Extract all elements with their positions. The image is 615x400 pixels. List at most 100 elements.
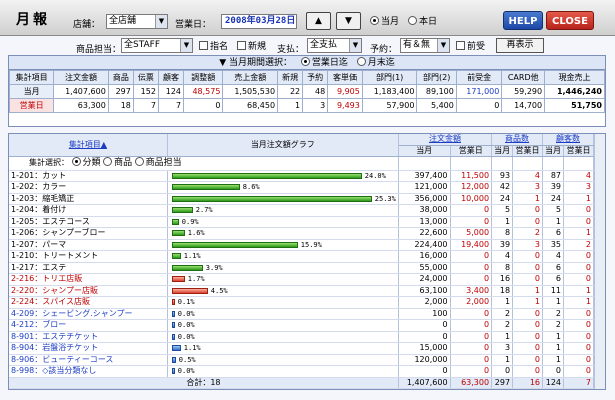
- next-day-button[interactable]: ▼: [336, 12, 361, 30]
- sort-amount-link[interactable]: 注文金額: [429, 134, 461, 143]
- summary-cell: 14,700: [501, 98, 546, 113]
- table-row[interactable]: 8-901：エステチケット 0.0% 0 0 1 0 1 0: [9, 331, 594, 343]
- cell-cm: 1: [542, 216, 565, 228]
- cell-pm: 1: [491, 216, 514, 228]
- radio-bizday[interactable]: 営業日迄: [300, 57, 348, 69]
- cell-cm: 5: [542, 204, 565, 217]
- table-row[interactable]: 1-205：エステコース 0.9% 13,000 0 1 0 1 0: [9, 216, 594, 228]
- table-row[interactable]: 2-216：トリエ店販 1.7% 24,000 0 16 0 6 0: [9, 273, 594, 286]
- cell-m: 16,000: [398, 250, 451, 263]
- radio-day[interactable]: 本日: [408, 16, 437, 28]
- bar-pct-label: 0.0%: [177, 309, 195, 318]
- cell-pd: 1: [512, 296, 544, 309]
- table-row[interactable]: 1-210：トリートメント 1.1% 16,000 0 4 0 4 0: [9, 250, 594, 263]
- cell-m: 13,000: [398, 216, 451, 228]
- radio-product[interactable]: 商品: [103, 157, 132, 168]
- table-row[interactable]: 1-217：エステ 3.9% 55,000 0 8 0 6 0: [9, 262, 594, 274]
- row-name: 1-207：パーマ: [9, 239, 168, 251]
- summary-cell: 51,750: [544, 98, 605, 113]
- cell-d: 2,000: [450, 296, 493, 309]
- row-name: 8-906：ビューティーコース: [9, 354, 168, 366]
- cell-m: 356,000: [398, 193, 451, 205]
- bar-mark: [171, 299, 175, 305]
- cell-pm: 1: [491, 296, 514, 309]
- cell-d: 0: [450, 342, 493, 355]
- cell-pd: 0: [512, 319, 544, 332]
- store-label: 店舗：: [73, 20, 101, 30]
- table-row[interactable]: 8-998：◇該当分類なし 0.0% 0 0 0 0 0 0: [9, 365, 594, 378]
- pay-select[interactable]: 全支払 ▼: [307, 38, 362, 53]
- radio-unchecked-icon: [134, 157, 144, 166]
- summary-header: 集計項目: [8, 70, 55, 85]
- staff-select[interactable]: 全STAFF ▼: [121, 38, 193, 53]
- radio-category[interactable]: 分類: [71, 157, 101, 168]
- summary-header: 部門(1): [361, 70, 418, 85]
- summary-cell: 57,900: [361, 98, 418, 113]
- summary-row: 営業日 63,300 18 7 7 0 68,450 1 3 9,493 57,900 5,400 0 1…: [8, 98, 605, 113]
- bar-pct-label: 1.6%: [187, 229, 205, 237]
- bar-pct-label: 0.0%: [177, 321, 195, 329]
- bar-pct-label: 0.0%: [177, 332, 195, 341]
- bar-mark: [171, 356, 176, 363]
- cell-pm: 3: [491, 342, 514, 355]
- table-row[interactable]: 4-212：ブロー 0.0% 0 0 2 0 2 0: [9, 319, 594, 332]
- detail-table: 集計項目▲ 当月注文額グラフ 注文金額 商品数 顧客数 当月 営業日 当月 営業…: [9, 134, 594, 389]
- table-row[interactable]: 8-904：岩盤浴チケット 1.1% 15,000 0 3 0 1 0: [9, 342, 594, 355]
- radio-monthend[interactable]: 月末迄: [356, 57, 395, 69]
- summary-cell: 48: [302, 84, 329, 99]
- summary-cell: 18: [107, 98, 134, 113]
- bar-mark: [171, 287, 208, 294]
- redisplay-button[interactable]: 再表示: [496, 38, 544, 53]
- table-row[interactable]: 1-206：シャンプーブロー 1.6% 22,600 5,000 8 2 6 1: [9, 227, 594, 240]
- close-button[interactable]: CLOSE: [546, 11, 594, 30]
- reserve-select[interactable]: 有＆無 ▼: [400, 38, 450, 53]
- sort-product-link[interactable]: 商品数: [505, 134, 529, 143]
- cell-cd: 0: [563, 204, 594, 217]
- table-row[interactable]: 1-201：カット 24.0% 397,400 11,500 93 4 87 4: [9, 170, 594, 182]
- cell-m: 100: [398, 308, 451, 320]
- row-name: 8-901：エステチケット: [9, 331, 168, 343]
- sort-customer-link[interactable]: 顧客数: [556, 134, 580, 143]
- cell-d: 0: [450, 354, 493, 366]
- summary-cell: 89,100: [416, 84, 457, 99]
- bar-cell: 3.9%: [167, 262, 399, 274]
- cell-cm: 11: [542, 285, 565, 297]
- bar-cell: 0.1%: [167, 296, 399, 309]
- advance-checkbox[interactable]: 前受: [456, 41, 485, 53]
- cell-cm: 2: [542, 308, 565, 320]
- radio-staff[interactable]: 商品担当: [134, 157, 182, 168]
- cell-m: 38,000: [398, 204, 451, 217]
- cell-cm: 2: [542, 319, 565, 332]
- store-select[interactable]: 全店舗 ▼: [106, 14, 168, 29]
- cell-pd: 0: [512, 204, 544, 217]
- sort-item-link[interactable]: 集計項目▲: [69, 140, 107, 149]
- summary-cell: 22: [277, 84, 304, 99]
- table-row[interactable]: 1-202：カラー 8.6% 121,000 12,000 42 3 39 3: [9, 181, 594, 194]
- table-row[interactable]: 4-209：シェービング.シャンプー 0.0% 100 0 2 0 2 0: [9, 308, 594, 320]
- table-row[interactable]: 1-203：縮毛矯正 25.3% 356,000 10,000 24 1 24 1: [9, 193, 594, 205]
- cell-pd: 0: [512, 331, 544, 343]
- graph-header: 当月注文額グラフ: [167, 134, 399, 157]
- summary-cell: 0: [455, 98, 503, 113]
- cell-pd: 0: [512, 273, 544, 286]
- help-button[interactable]: HELP: [503, 11, 543, 30]
- total-label: 合計：18: [9, 376, 399, 389]
- vertical-scrollbar[interactable]: [594, 134, 605, 389]
- bar-pct-label: 1.1%: [183, 252, 201, 260]
- table-row[interactable]: 8-906：ビューティーコース 0.5% 120,000 0 1 0 1 0: [9, 354, 594, 366]
- table-row[interactable]: 1-207：パーマ 15.9% 224,400 19,400 39 3 35 2: [9, 239, 594, 251]
- radio-month[interactable]: 当月: [370, 16, 399, 28]
- bar-cell: 0.0%: [167, 365, 399, 378]
- table-row[interactable]: 2-220：シャンプー店販 4.5% 63,100 3,400 18 1 11 1: [9, 285, 594, 297]
- cell-d: 0: [450, 273, 493, 286]
- nominate-checkbox[interactable]: 指名: [199, 41, 228, 53]
- sub-month: 当月: [491, 145, 514, 157]
- table-row[interactable]: 2-224：スパイス店販 0.1% 2,000 2,000 1 1 1 1: [9, 296, 594, 309]
- prev-day-button[interactable]: ▲: [306, 12, 331, 30]
- bizday-field[interactable]: 2008年03月28日: [221, 14, 297, 29]
- chevron-down-icon: ▼: [180, 39, 192, 52]
- summary-cell: 124: [157, 84, 185, 99]
- new-checkbox[interactable]: 新規: [237, 41, 266, 53]
- table-row[interactable]: 1-204：着付け 2.7% 38,000 0 5 0 5 0: [9, 204, 594, 217]
- cell-pm: 8: [491, 227, 514, 240]
